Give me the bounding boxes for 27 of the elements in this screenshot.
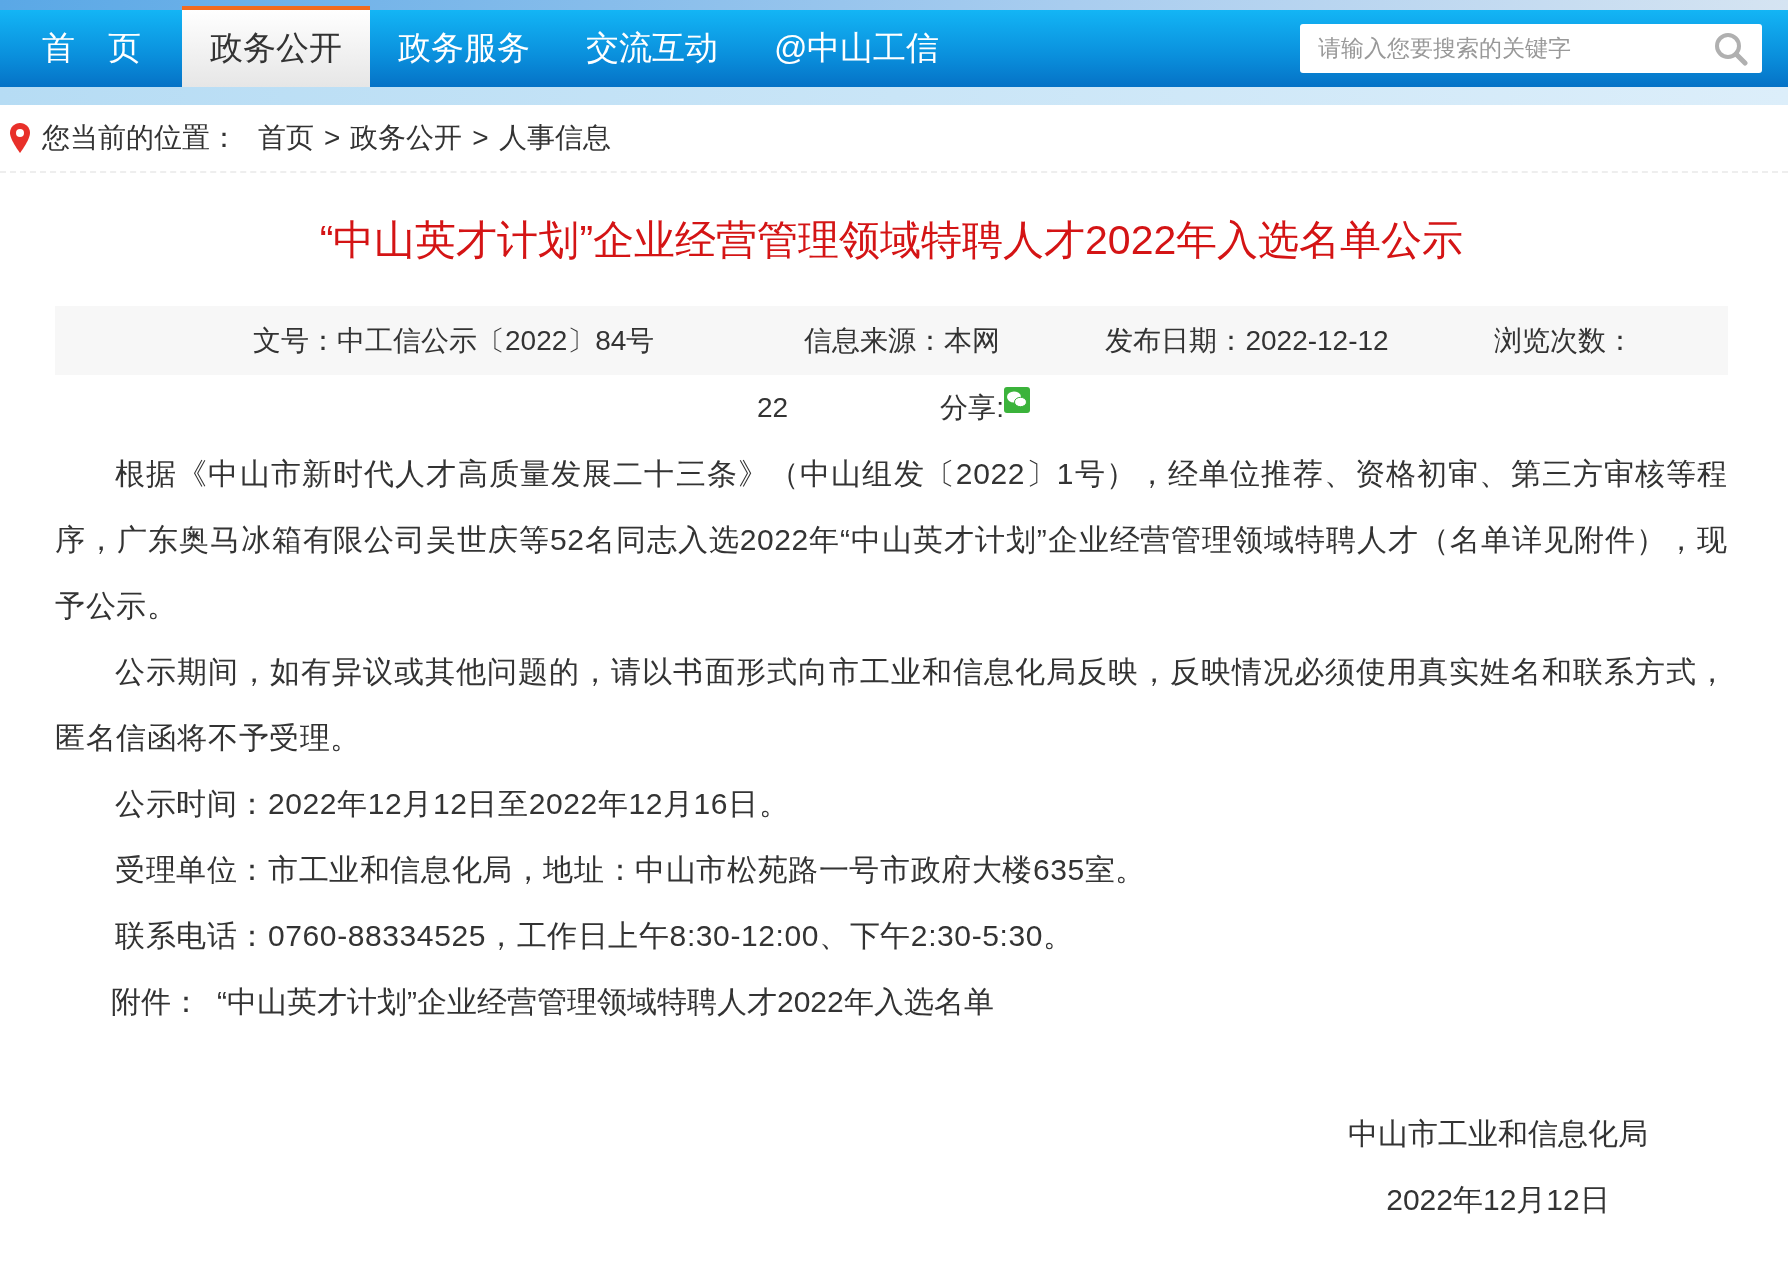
publish-date: 发布日期：2022-12-12 <box>1105 323 1389 358</box>
paragraph: 公示期间，如有异议或其他问题的，请以书面形式向市工业和信息化局反映，反映情况必须使用真实姓名和联系方式，匿名信函将不予受理。 <box>55 654 1728 756</box>
view-count-label: 浏览次数： <box>1493 323 1634 358</box>
paragraph: 联系电话：0760-88334525，工作日上午8:30-12:00、下午2:30-5:30。 <box>114 918 1075 954</box>
paragraph: 公示时间：2022年12月12日至2022年12月16日。 <box>114 786 791 822</box>
signature-org: 中山市工业和信息化局 <box>1347 1116 1649 1152</box>
attachment-link[interactable]: “中山英才计划”企业经营管理领域特聘人才2022年入选名单 <box>217 985 994 1018</box>
search-field[interactable]: 请输入您要搜索的关键字 <box>1300 24 1762 73</box>
share-label: 分享: <box>940 391 1004 425</box>
breadcrumb-separator: > <box>324 122 341 154</box>
wechat-icon[interactable] <box>1003 387 1030 413</box>
paragraph: 受理单位：市工业和信息化局，地址：中山市松苑路一号市政府大楼635室。 <box>114 852 1148 888</box>
info-source: 信息来源：本网 <box>804 323 1001 358</box>
paragraph: 根据《中山市新时代人才高质量发展二十三条》（中山组发〔2022〕1号），经单位推荐、资格初审、第三方审核等程序，广东奥马冰箱有限公司吴世庆等52名同志入选2022年“中山英才计划”企业经营管理领域特聘人才（名单详见附件），现予公示。 <box>55 456 1728 624</box>
document-number: 文号：中工信公示〔2022〕84号 <box>253 323 655 358</box>
attachment-label: 附件： <box>111 985 201 1018</box>
nav-tab[interactable]: 政务公开 <box>182 6 370 87</box>
search-icon[interactable] <box>1714 32 1748 66</box>
breadcrumb-link[interactable]: 人事信息 <box>498 119 611 157</box>
breadcrumb-link[interactable]: 政务公开 <box>350 119 463 157</box>
breadcrumb-label: 您当前的位置： <box>42 121 238 155</box>
breadcrumb-link[interactable]: 首页 <box>258 119 314 157</box>
location-pin-icon <box>10 123 30 153</box>
view-count: 22 <box>757 392 789 424</box>
signature-date: 2022年12月12日 <box>1385 1182 1611 1218</box>
article-title: “中山英才计划”企业经营管理领域特聘人才2022年入选名单公示 <box>318 216 1465 265</box>
breadcrumb-separator: > <box>472 122 489 154</box>
